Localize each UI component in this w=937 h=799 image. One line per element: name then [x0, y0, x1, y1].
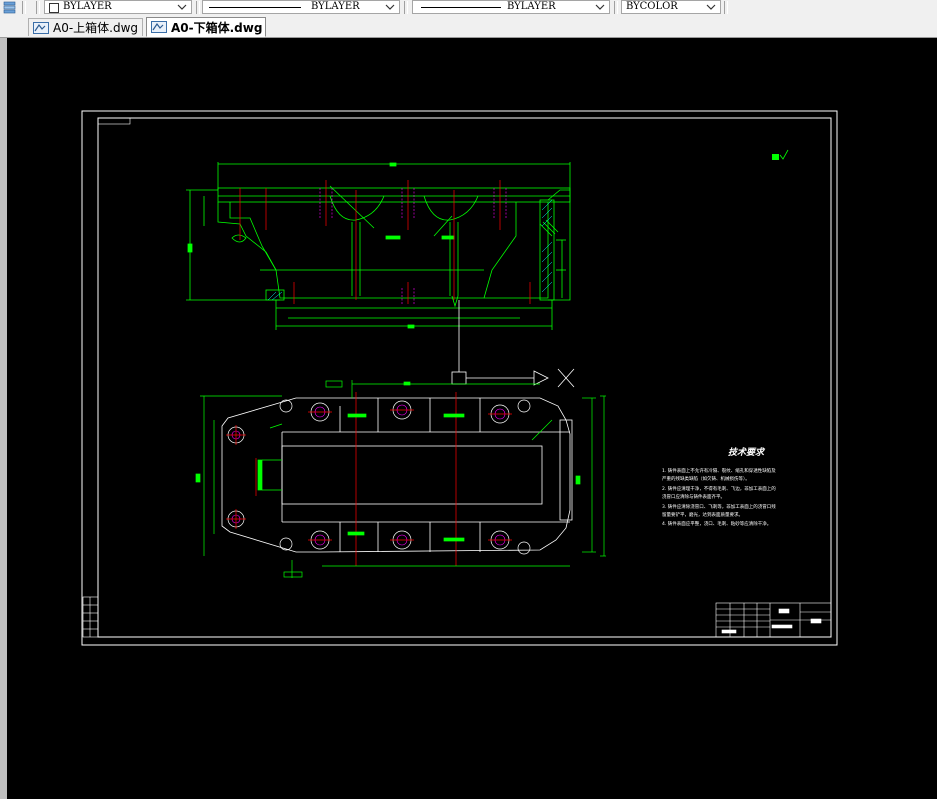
chevron-down-icon[interactable] [384, 2, 396, 12]
front-view-hatching [267, 199, 553, 301]
tech-requirement-line: 2. 铸件应清理干净，不得有毛刺、飞边，非加工表面上的 [662, 485, 776, 492]
chevron-down-icon[interactable] [705, 2, 717, 12]
sheet-border [81, 110, 838, 646]
color-combo-value: BYCOLOR [626, 1, 678, 12]
front-view-centerlines [239, 180, 531, 304]
top-view-hole-details [231, 404, 506, 546]
lineweight-preview [421, 7, 501, 8]
tab-upper-box[interactable]: A0-上箱体.dwg [28, 18, 143, 36]
frame-corner-tab [97, 117, 131, 125]
tab-label: A0-上箱体.dwg [53, 21, 139, 35]
tech-requirements-title: 技术要求 [728, 447, 766, 458]
color-swatch-icon [49, 3, 59, 13]
linetype-combo[interactable]: BYLAYER [202, 0, 400, 14]
toolbar-separator [614, 1, 618, 14]
toolbar-separator [22, 1, 26, 14]
tech-requirement-line: 浇冒口应清除与铸件表面齐平。 [662, 493, 725, 500]
property-toolbar: BYLAYER BYLAYER BYLAYER BYCOLOR [0, 0, 937, 17]
title-block [715, 602, 832, 638]
lineweight-combo-value: BYLAYER [507, 1, 556, 12]
lineweight-combo[interactable]: BYLAYER [412, 0, 610, 14]
document-tab-bar: A0-上箱体.dwg A0-下箱体.dwg [0, 16, 937, 38]
front-view-hidden-lines [319, 188, 507, 304]
tech-requirement-line: 3. 铸件应清除浇冒口、飞刺等，非加工表面上的浇冒口残 [662, 503, 776, 510]
surface-finish-symbol [772, 149, 789, 160]
chevron-down-icon[interactable] [176, 2, 188, 12]
chevron-down-icon[interactable] [594, 2, 606, 12]
dwg-file-icon [33, 21, 49, 34]
technical-requirements: 技术要求 1. 铸件表面上不允许有冷隔、裂纹、缩孔和穿透性缺陷及 严重的残缺类缺… [662, 447, 776, 527]
linetype-combo-value: BYLAYER [311, 1, 360, 12]
color-combo[interactable]: BYCOLOR [621, 0, 721, 14]
layer-manager-icon[interactable] [2, 0, 18, 14]
layer-combo-value: BYLAYER [63, 1, 112, 12]
tab-label: A0-下箱体.dwg [171, 20, 263, 35]
linetype-preview [209, 7, 301, 8]
front-section-view [186, 162, 571, 330]
tech-requirement-line: 留量要铲平，磨光，达到表面质量要求。 [662, 511, 743, 518]
cad-drawing: 技术要求 1. 铸件表面上不允许有冷隔、裂纹、缩孔和穿透性缺陷及 严重的残缺类缺… [81, 110, 838, 646]
projection-arrow [451, 300, 575, 388]
toolbar-separator [724, 1, 728, 14]
top-plan-view [221, 397, 573, 553]
toolbar-separator [404, 1, 408, 14]
toolbar-separator [36, 1, 40, 14]
layer-combo[interactable]: BYLAYER [44, 0, 192, 14]
tab-lower-box[interactable]: A0-下箱体.dwg [146, 17, 266, 37]
tech-requirement-line: 严重的残缺类缺陷（如欠铸、机械损伤等）。 [662, 475, 750, 482]
side-stamp-table [82, 596, 99, 638]
top-view-bolt-holes [227, 399, 531, 555]
drawing-canvas[interactable]: 技术要求 1. 铸件表面上不允许有冷隔、裂纹、缩孔和穿透性缺陷及 严重的残缺类缺… [0, 38, 937, 799]
tech-requirement-line: 1. 铸件表面上不允许有冷隔、裂纹、缩孔和穿透性缺陷及 [662, 467, 776, 474]
toolbar-separator [196, 1, 200, 14]
tech-requirement-line: 4. 铸件表面应平整，浇口、毛刺、粘砂等应清除干净。 [662, 520, 771, 527]
top-view-centerlines [226, 392, 512, 566]
dwg-file-icon [151, 21, 167, 33]
